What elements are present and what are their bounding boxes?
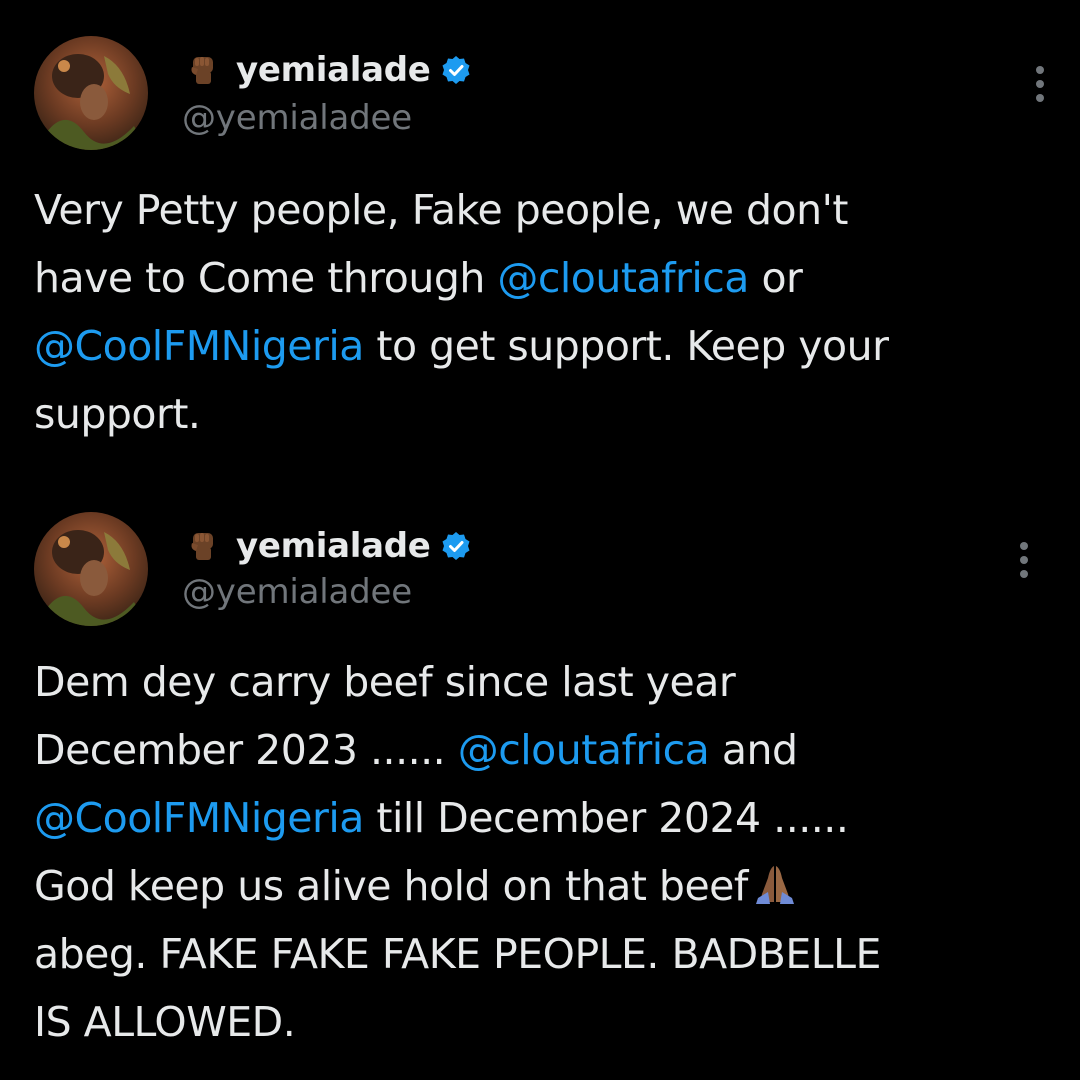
display-name[interactable]: yemialade bbox=[236, 50, 431, 90]
mention-link[interactable]: @CoolFMNigeria bbox=[34, 322, 364, 370]
display-name[interactable]: yemialade bbox=[236, 526, 431, 566]
text-segment: God keep us alive hold on that beef bbox=[34, 862, 748, 910]
tweet-text-line: abeg. FAKE FAKE FAKE PEOPLE. BADBELLE bbox=[34, 920, 1064, 988]
mention-link[interactable]: @cloutafrica bbox=[458, 726, 710, 774]
text-segment: to get support. Keep your bbox=[363, 322, 889, 370]
tweet-text: Dem dey carry beef since last year Decemb… bbox=[34, 648, 1064, 1056]
more-dot-icon bbox=[1036, 80, 1044, 88]
text-segment: or bbox=[748, 254, 803, 302]
tweet-text-line: IS ALLOWED. bbox=[34, 988, 1064, 1056]
verified-badge-icon bbox=[441, 531, 471, 561]
tweet-text-line: December 2023 ...... @cloutafrica and bbox=[34, 716, 1064, 784]
tweet-text-line: have to Come through @cloutafrica or bbox=[34, 244, 1064, 312]
tweet-2[interactable]: yemialade @yemialadee Dem dey carry beef… bbox=[0, 480, 1080, 1080]
tweet-text-line: God keep us alive hold on that beef bbox=[34, 852, 1064, 920]
avatar[interactable] bbox=[34, 36, 148, 150]
author-row[interactable]: yemialade bbox=[186, 48, 471, 92]
more-dot-icon bbox=[1020, 570, 1028, 578]
text-segment: abeg. FAKE FAKE FAKE PEOPLE. BADBELLE bbox=[34, 930, 881, 978]
text-segment: have to Come through bbox=[34, 254, 498, 302]
text-segment: support. bbox=[34, 390, 201, 438]
tweet-text: Very Petty people, Fake people, we don't… bbox=[34, 176, 1064, 448]
tweet-text-line: @CoolFMNigeria to get support. Keep your bbox=[34, 312, 1064, 380]
author-handle[interactable]: @yemialadee bbox=[182, 98, 412, 138]
tweet-text-line: @CoolFMNigeria till December 2024 ...... bbox=[34, 784, 1064, 852]
text-segment: IS ALLOWED. bbox=[34, 998, 296, 1046]
raised-fist-icon bbox=[186, 53, 220, 87]
more-dot-icon bbox=[1036, 66, 1044, 74]
verified-badge-icon bbox=[441, 55, 471, 85]
text-segment: Very Petty people, Fake people, we don't bbox=[34, 186, 848, 234]
more-options-button[interactable] bbox=[1012, 538, 1036, 582]
more-options-button[interactable] bbox=[1028, 62, 1052, 106]
tweet-text-line: Very Petty people, Fake people, we don't bbox=[34, 176, 1064, 244]
author-handle[interactable]: @yemialadee bbox=[182, 572, 412, 612]
folded-hands-icon bbox=[752, 862, 798, 906]
avatar[interactable] bbox=[34, 512, 148, 626]
tweet-1[interactable]: yemialade @yemialadee Very Petty people,… bbox=[0, 0, 1080, 480]
raised-fist-icon bbox=[186, 529, 220, 563]
more-dot-icon bbox=[1020, 556, 1028, 564]
more-dot-icon bbox=[1020, 542, 1028, 550]
mention-link[interactable]: @cloutafrica bbox=[497, 254, 749, 302]
text-segment: and bbox=[709, 726, 798, 774]
text-segment: Dem dey carry beef since last year bbox=[34, 658, 736, 706]
tweet-text-line: Dem dey carry beef since last year bbox=[34, 648, 1064, 716]
more-dot-icon bbox=[1036, 94, 1044, 102]
text-segment: December 2023 ...... bbox=[34, 726, 458, 774]
tweet-text-line: support. bbox=[34, 380, 1064, 448]
text-segment: till December 2024 ...... bbox=[363, 794, 849, 842]
mention-link[interactable]: @CoolFMNigeria bbox=[34, 794, 364, 842]
author-row[interactable]: yemialade bbox=[186, 524, 471, 568]
